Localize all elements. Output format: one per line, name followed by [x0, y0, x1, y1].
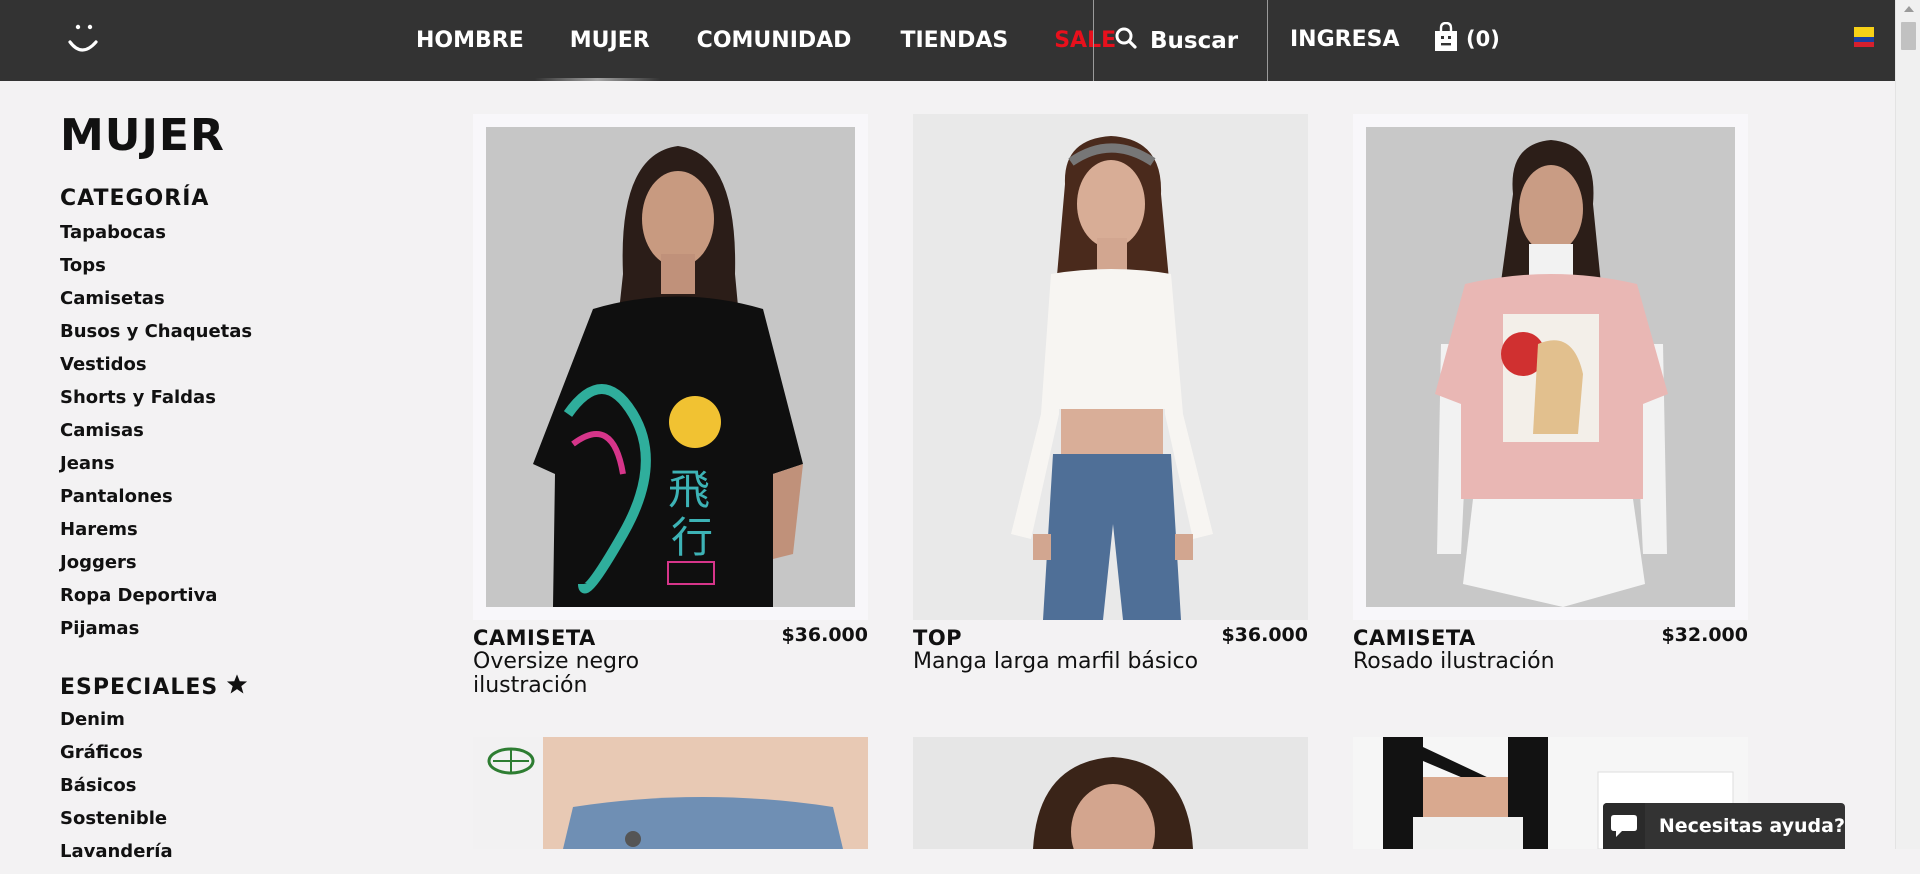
- nav-mujer[interactable]: MUJER: [570, 28, 650, 53]
- nav-sale[interactable]: SALE: [1054, 28, 1116, 53]
- nav-comunidad[interactable]: COMUNIDAD: [697, 28, 852, 53]
- cart-count: (0): [1466, 27, 1500, 51]
- category-item[interactable]: Vestidos: [60, 354, 252, 387]
- product-name: Rosado ilustración: [1353, 649, 1555, 674]
- category-item[interactable]: Camisas: [60, 420, 252, 453]
- help-chat-button[interactable]: Necesitas ayuda?: [1603, 803, 1845, 849]
- category-item[interactable]: Jeans: [60, 453, 252, 486]
- product-card[interactable]: [473, 737, 868, 849]
- category-heading-label: CATEGORÍA: [60, 186, 210, 211]
- page-title: MUJER: [60, 110, 225, 161]
- category-item[interactable]: Tops: [60, 255, 252, 288]
- search-button[interactable]: Buscar: [1114, 0, 1238, 81]
- svg-text:行: 行: [671, 513, 713, 562]
- product-card[interactable]: 飛 行 CAMISETA $36.000 Oversize negro ilus…: [473, 114, 868, 698]
- category-item[interactable]: Busos y Chaquetas: [60, 321, 252, 354]
- svg-text:飛: 飛: [668, 465, 710, 514]
- category-item[interactable]: Joggers: [60, 552, 252, 585]
- login-link[interactable]: INGRESA: [1290, 27, 1400, 52]
- star-icon: [226, 673, 248, 701]
- chat-label: Necesitas ayuda?: [1658, 815, 1845, 837]
- main-menu: HOMBRE MUJER COMUNIDAD TIENDAS SALE: [416, 0, 1116, 81]
- special-item[interactable]: Denim: [60, 709, 173, 742]
- scroll-up-arrow-icon[interactable]: [1904, 6, 1914, 12]
- brand-logo-icon[interactable]: [60, 18, 106, 62]
- nav-divider: [1093, 0, 1094, 81]
- special-item[interactable]: Gráficos: [60, 742, 173, 775]
- product-price: $36.000: [781, 624, 868, 646]
- scrollbar-thumb[interactable]: [1901, 22, 1916, 50]
- product-card[interactable]: [913, 737, 1308, 849]
- product-type: TOP: [913, 626, 963, 650]
- product-image[interactable]: [1353, 114, 1748, 620]
- special-item[interactable]: Básicos: [60, 775, 173, 808]
- product-image[interactable]: [913, 114, 1308, 620]
- category-list: Tapabocas Tops Camisetas Busos y Chaquet…: [60, 222, 252, 651]
- special-item[interactable]: Lavandería: [60, 841, 173, 874]
- nav-hombre[interactable]: HOMBRE: [416, 28, 524, 53]
- shopping-bag-icon: [1434, 21, 1458, 57]
- product-name: Manga larga marfil básico: [913, 649, 1199, 674]
- product-price: $36.000: [1221, 624, 1308, 646]
- search-icon: [1114, 26, 1138, 56]
- cart-button[interactable]: (0): [1434, 21, 1500, 57]
- product-image[interactable]: [913, 737, 1308, 849]
- specials-heading-label: ESPECIALES: [60, 674, 219, 700]
- nav-divider: [1267, 0, 1268, 81]
- product-type: CAMISETA: [1353, 626, 1476, 650]
- search-label: Buscar: [1150, 27, 1239, 54]
- product-image[interactable]: 飛 行: [473, 114, 868, 620]
- page-scrollbar[interactable]: [1895, 0, 1920, 849]
- colombia-flag-icon[interactable]: [1854, 27, 1874, 47]
- product-image[interactable]: [473, 737, 868, 849]
- specials-heading: ESPECIALES: [60, 673, 248, 701]
- nav-tiendas[interactable]: TIENDAS: [900, 28, 1008, 53]
- product-name: Oversize negro ilustración: [473, 649, 640, 698]
- product-price: $32.000: [1661, 624, 1748, 646]
- chat-bubble-icon: [1603, 803, 1645, 849]
- category-item[interactable]: Tapabocas: [60, 222, 252, 255]
- specials-list: Denim Gráficos Básicos Sostenible Lavand…: [60, 709, 173, 874]
- category-item[interactable]: Pijamas: [60, 618, 252, 651]
- category-item[interactable]: Shorts y Faldas: [60, 387, 252, 420]
- category-item[interactable]: Ropa Deportiva: [60, 585, 252, 618]
- active-nav-indicator: [535, 78, 660, 81]
- category-heading: CATEGORÍA: [60, 186, 209, 211]
- special-item[interactable]: Sostenible: [60, 808, 173, 841]
- category-item[interactable]: Harems: [60, 519, 252, 552]
- top-navigation-bar: HOMBRE MUJER COMUNIDAD TIENDAS SALE Busc…: [0, 0, 1895, 81]
- product-type: CAMISETA: [473, 626, 596, 650]
- category-item[interactable]: Camisetas: [60, 288, 252, 321]
- product-card[interactable]: CAMISETA $32.000 Rosado ilustración: [1353, 114, 1748, 674]
- product-card[interactable]: TOP $36.000 Manga larga marfil básico: [913, 114, 1308, 674]
- category-item[interactable]: Pantalones: [60, 486, 252, 519]
